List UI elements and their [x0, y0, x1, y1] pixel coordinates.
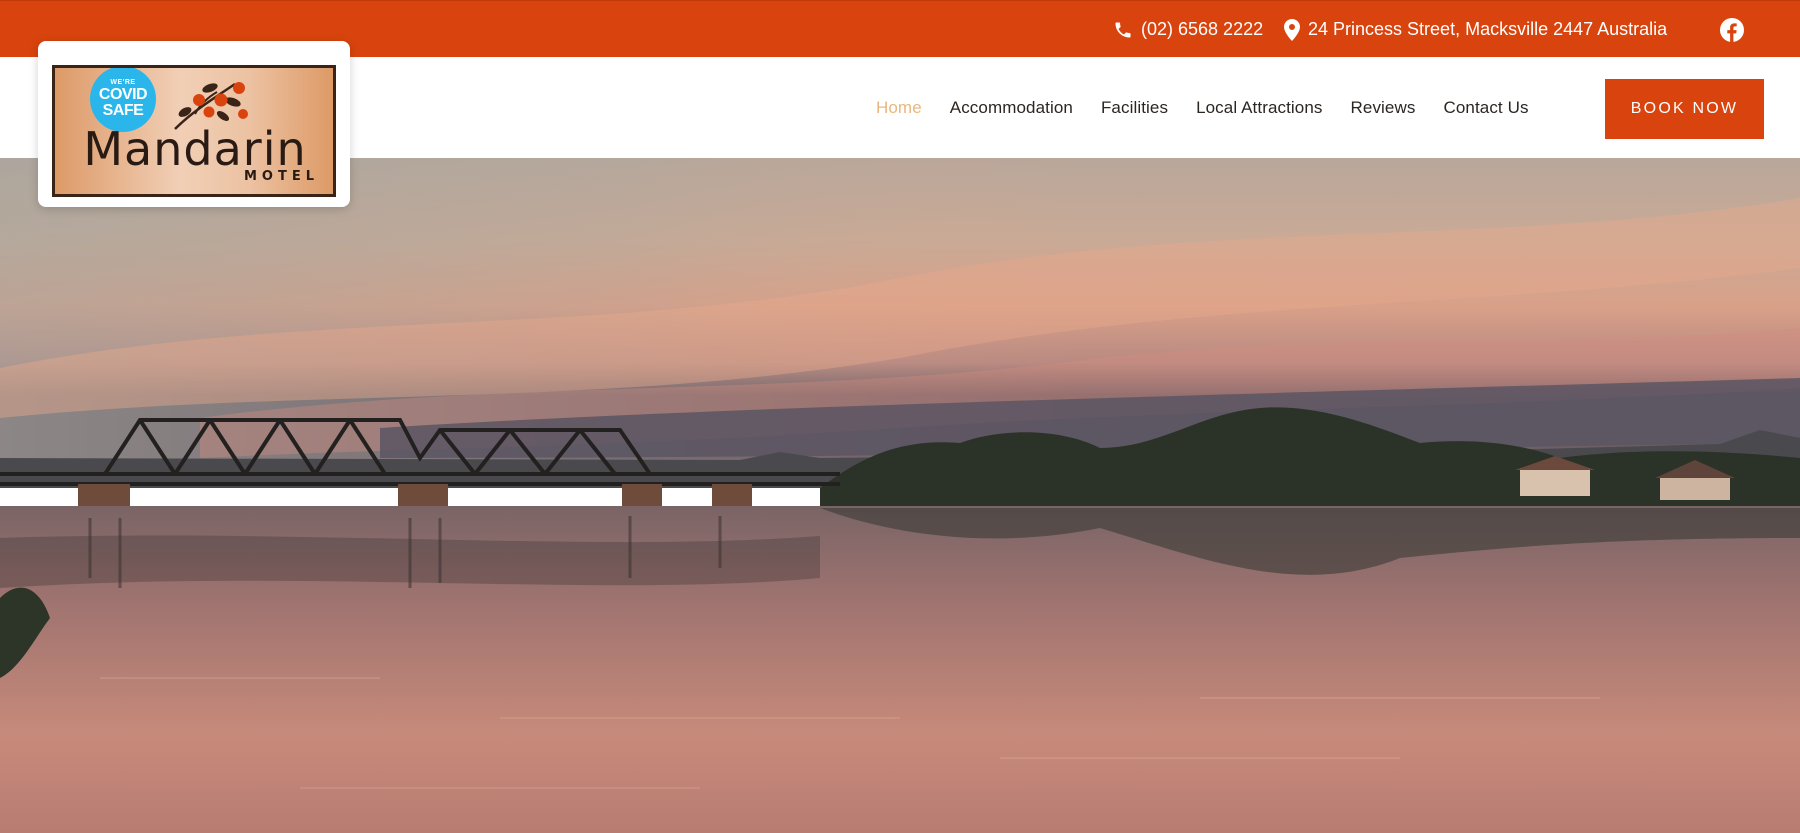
- nav-accommodation[interactable]: Accommodation: [936, 98, 1087, 118]
- badge-line2: SAFE: [102, 102, 144, 119]
- map-pin-icon: [1284, 18, 1300, 41]
- logo-plate: WE'RE COVID SAFE Mandarin MOTEL: [52, 65, 336, 197]
- facebook-link[interactable]: [1720, 1, 1744, 58]
- nav-home[interactable]: Home: [862, 98, 936, 118]
- phone-icon: [1113, 20, 1133, 40]
- nav-local-attractions[interactable]: Local Attractions: [1182, 98, 1336, 118]
- logo-wordmark: Mandarin: [83, 122, 307, 176]
- logo-subtitle: MOTEL: [243, 169, 319, 184]
- address-link[interactable]: 24 Princess Street, Macksville 2447 Aust…: [1284, 1, 1667, 58]
- badge-line1: COVID: [98, 86, 148, 103]
- address-text[interactable]: 24 Princess Street, Macksville 2447 Aust…: [1308, 19, 1667, 40]
- nav-contact-us[interactable]: Contact Us: [1429, 98, 1542, 118]
- phone-number[interactable]: (02) 6568 2222: [1141, 19, 1263, 40]
- badge-small-text: WE'RE: [110, 79, 136, 86]
- nav-reviews[interactable]: Reviews: [1337, 98, 1430, 118]
- main-navigation: Home Accommodation Facilities Local Attr…: [862, 57, 1543, 158]
- phone-link[interactable]: (02) 6568 2222: [1113, 1, 1263, 58]
- nav-facilities[interactable]: Facilities: [1087, 98, 1182, 118]
- hero-banner: [0, 158, 1800, 833]
- hero-sunset-river-image: [0, 158, 1800, 833]
- facebook-icon[interactable]: [1720, 17, 1744, 42]
- book-now-button[interactable]: BOOK NOW: [1605, 79, 1764, 139]
- site-logo[interactable]: WE'RE COVID SAFE Mandarin MOTEL: [38, 41, 350, 207]
